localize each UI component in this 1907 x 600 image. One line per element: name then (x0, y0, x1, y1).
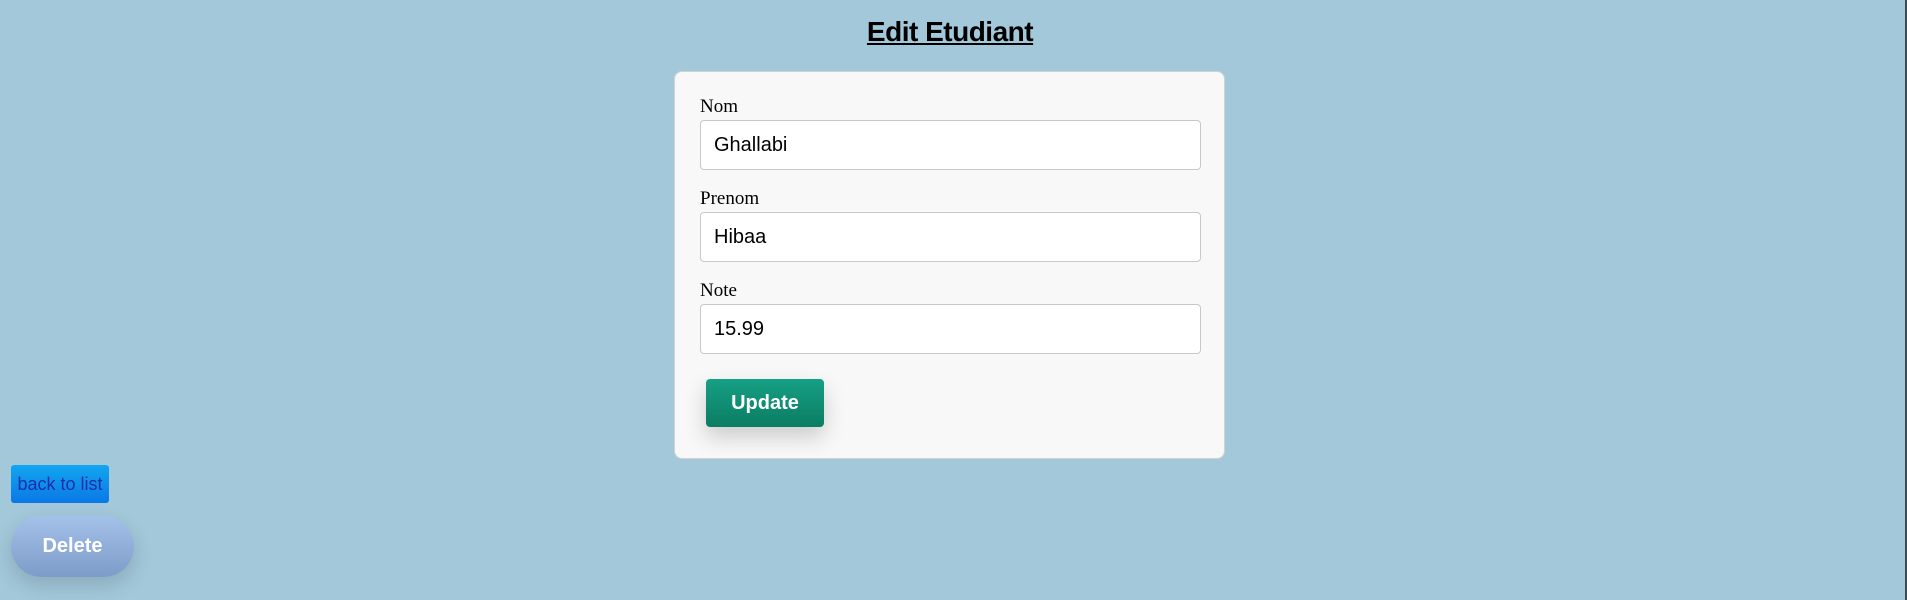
prenom-input[interactable] (700, 212, 1201, 262)
nom-label: Nom (700, 96, 738, 117)
note-label: Note (700, 280, 737, 301)
back-to-list-button[interactable]: back to list (11, 465, 109, 503)
note-input[interactable] (700, 304, 1201, 354)
delete-button[interactable]: Delete (11, 516, 134, 577)
page-title: Edit Etudiant (866, 16, 1034, 47)
edit-form-card: Nom Prenom Note Update (674, 71, 1225, 459)
nom-input[interactable] (700, 120, 1201, 170)
prenom-label: Prenom (700, 188, 760, 209)
update-button[interactable]: Update (706, 379, 824, 427)
